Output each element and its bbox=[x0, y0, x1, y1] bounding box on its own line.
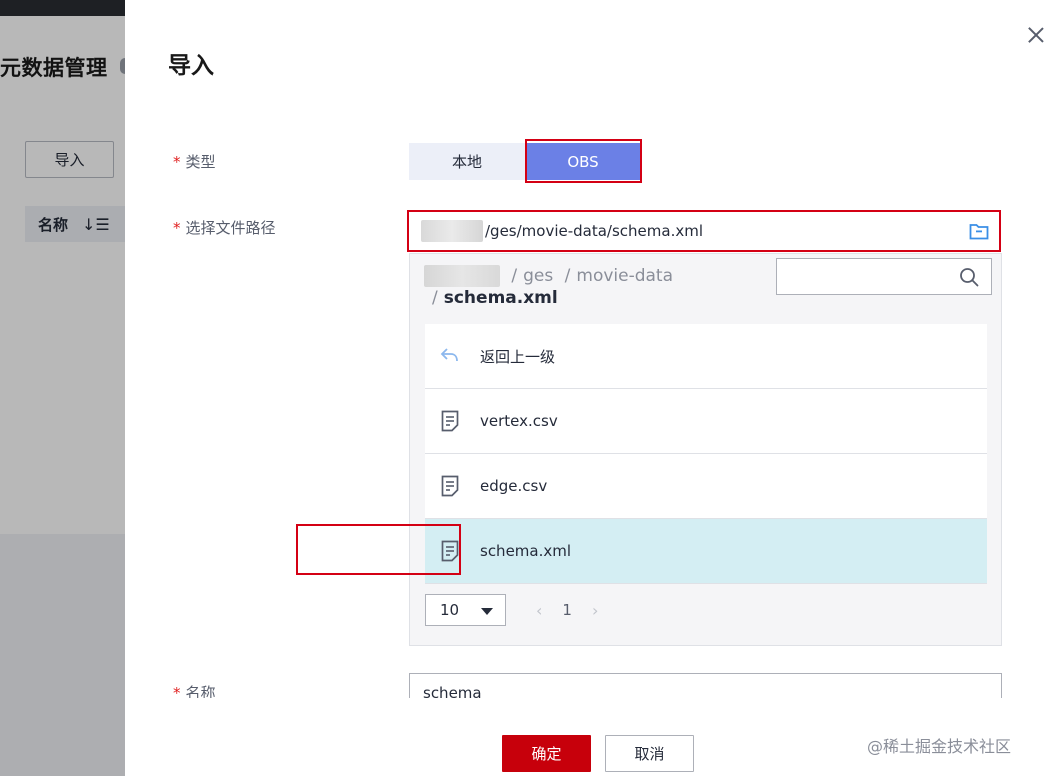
file-list: 返回上一级 vertex.csv edge.csv schema.xml bbox=[425, 324, 987, 584]
breadcrumb-current: / schema.xml bbox=[432, 288, 558, 308]
file-search-input[interactable] bbox=[776, 258, 992, 295]
file-icon bbox=[439, 409, 461, 433]
list-item-label: edge.csv bbox=[480, 477, 548, 495]
type-label: * 类型 bbox=[173, 153, 216, 171]
folder-icon[interactable] bbox=[969, 221, 989, 241]
prev-page-icon[interactable]: ‹ bbox=[536, 601, 542, 620]
redacted-bucket-crumb bbox=[424, 265, 500, 287]
import-drawer: 导入 * 类型 本地 OBS * 选择文件路径 /ges/movie-data/sc… bbox=[125, 0, 1050, 776]
file-icon bbox=[439, 474, 461, 498]
required-mark: * bbox=[173, 219, 181, 237]
search-icon[interactable] bbox=[959, 267, 979, 287]
required-mark: * bbox=[173, 153, 181, 171]
list-item-label: vertex.csv bbox=[480, 412, 558, 430]
redacted-bucket-name bbox=[421, 220, 483, 242]
type-option-local[interactable]: 本地 bbox=[409, 143, 525, 180]
page-number[interactable]: 1 bbox=[562, 601, 572, 619]
list-item-label: schema.xml bbox=[480, 542, 572, 560]
back-arrow-icon bbox=[439, 344, 461, 368]
schema-row-highlight-box bbox=[296, 524, 461, 575]
breadcrumb: / ges / movie-data bbox=[424, 264, 673, 288]
cancel-button[interactable]: 取消 bbox=[605, 735, 694, 772]
modal-overlay[interactable] bbox=[0, 0, 125, 776]
page-size-value: 10 bbox=[440, 601, 460, 619]
path-label: * 选择文件路径 bbox=[173, 219, 276, 237]
drawer-title: 导入 bbox=[168, 53, 214, 79]
close-icon[interactable] bbox=[1025, 24, 1047, 46]
breadcrumb-item-movie-data[interactable]: movie-data bbox=[576, 266, 673, 286]
file-path-input[interactable]: /ges/movie-data/schema.xml bbox=[407, 210, 1001, 252]
breadcrumb-item-current: schema.xml bbox=[443, 288, 558, 308]
list-item-back[interactable]: 返回上一级 bbox=[425, 324, 987, 389]
next-page-icon[interactable]: › bbox=[592, 601, 598, 620]
watermark: @稀土掘金技术社区 bbox=[867, 737, 1012, 756]
confirm-button[interactable]: 确定 bbox=[502, 735, 591, 772]
list-item-vertex-csv[interactable]: vertex.csv bbox=[425, 389, 987, 454]
file-path-value: /ges/movie-data/schema.xml bbox=[485, 222, 704, 240]
obs-highlight-box bbox=[525, 139, 642, 183]
list-item-schema-xml[interactable]: schema.xml bbox=[425, 519, 987, 584]
list-item-label: 返回上一级 bbox=[480, 347, 556, 366]
breadcrumb-item-ges[interactable]: ges bbox=[523, 266, 553, 286]
pagination: 10 ‹ 1 › bbox=[425, 594, 618, 626]
list-item-edge-csv[interactable]: edge.csv bbox=[425, 454, 987, 519]
page-size-select[interactable]: 10 bbox=[425, 594, 506, 626]
obs-file-browser: / ges / movie-data / schema.xml 返回上一级 ve… bbox=[409, 253, 1002, 646]
caret-down-icon bbox=[481, 608, 493, 615]
